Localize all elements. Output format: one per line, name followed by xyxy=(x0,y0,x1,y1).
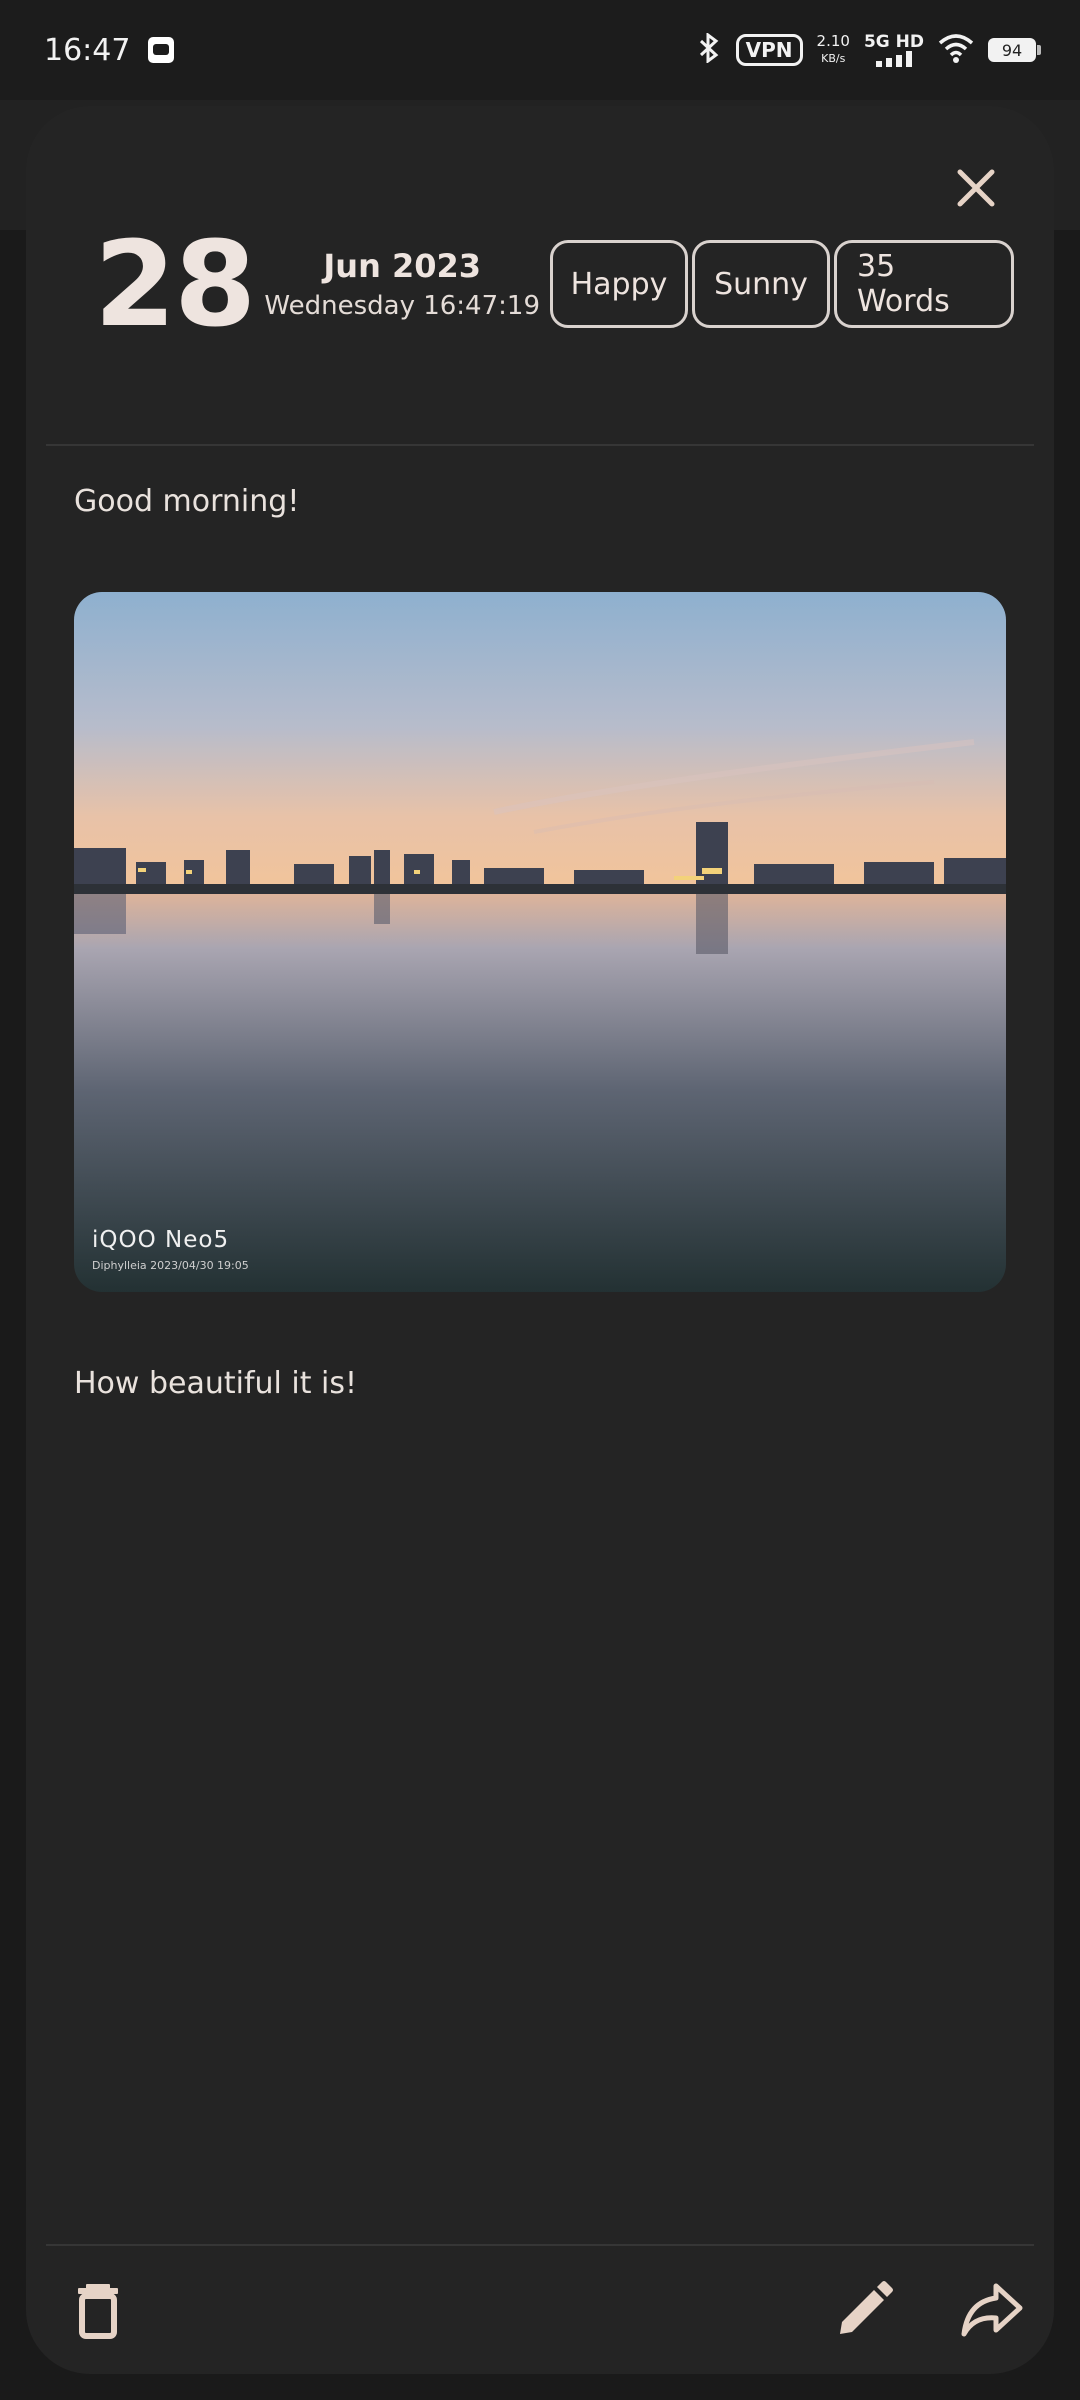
notification-app-icon xyxy=(148,37,175,63)
status-right: VPN 2.10 KB/s 5G HD 94 xyxy=(696,31,1041,68)
photo-watermark-title: iQOO Neo5 xyxy=(92,1227,230,1253)
diary-entry-sheet: 28 Jun 2023 Wednesday 16:47:19 Happy Sun… xyxy=(26,106,1054,2374)
wifi-icon xyxy=(938,33,974,68)
pencil-icon xyxy=(840,2281,893,2334)
close-icon xyxy=(957,169,995,207)
word-count-tag[interactable]: 35 Words xyxy=(834,240,1014,328)
network-speed: 2.10 KB/s xyxy=(817,33,850,67)
toolbar-divider xyxy=(46,2244,1034,2246)
weather-tag[interactable]: Sunny xyxy=(692,240,830,328)
battery-indicator: 94 xyxy=(988,38,1041,62)
bluetooth-icon xyxy=(696,31,722,68)
edit-button[interactable] xyxy=(832,2278,896,2342)
share-icon xyxy=(961,2283,1023,2337)
trash-icon xyxy=(78,2284,118,2339)
entry-tags: Happy Sunny 35 Words xyxy=(550,240,1014,328)
mood-tag[interactable]: Happy xyxy=(550,240,688,328)
entry-month-year: Jun 2023 xyxy=(323,247,482,285)
entry-day: 28 xyxy=(94,215,256,353)
photo-watermark: iQOO Neo5 Diphylleia 2023/04/30 19:05 xyxy=(92,1227,249,1272)
delete-button[interactable] xyxy=(66,2278,130,2342)
status-bar: 16:47 VPN 2.10 KB/s 5G HD 94 xyxy=(0,0,1080,100)
entry-header: 28 Jun 2023 Wednesday 16:47:19 Happy Sun… xyxy=(94,215,1014,353)
photo-watermark-subtitle: Diphylleia 2023/04/30 19:05 xyxy=(92,1259,249,1272)
vpn-badge: VPN xyxy=(735,34,803,66)
entry-date-block: Jun 2023 Wednesday 16:47:19 xyxy=(264,247,540,321)
network-type: 5G HD xyxy=(863,32,924,52)
network-speed-unit: KB/s xyxy=(821,52,846,65)
share-button[interactable] xyxy=(960,2278,1024,2342)
entry-paragraph: Good morning! xyxy=(74,484,300,519)
cellular-signal: 5G HD xyxy=(864,33,924,67)
status-time: 16:47 xyxy=(44,32,131,68)
signal-bars-icon xyxy=(875,51,912,67)
lake-sunset-photo xyxy=(74,592,1006,1292)
entry-paragraph-2: How beautiful it is! xyxy=(74,1366,358,1401)
entry-photo[interactable]: iQOO Neo5 Diphylleia 2023/04/30 19:05 xyxy=(74,592,1006,1292)
header-divider xyxy=(46,444,1034,446)
status-left: 16:47 xyxy=(44,32,175,68)
network-speed-value: 2.10 xyxy=(816,32,850,50)
entry-weekday-time: Wednesday 16:47:19 xyxy=(264,291,540,321)
close-button[interactable] xyxy=(948,160,1004,216)
